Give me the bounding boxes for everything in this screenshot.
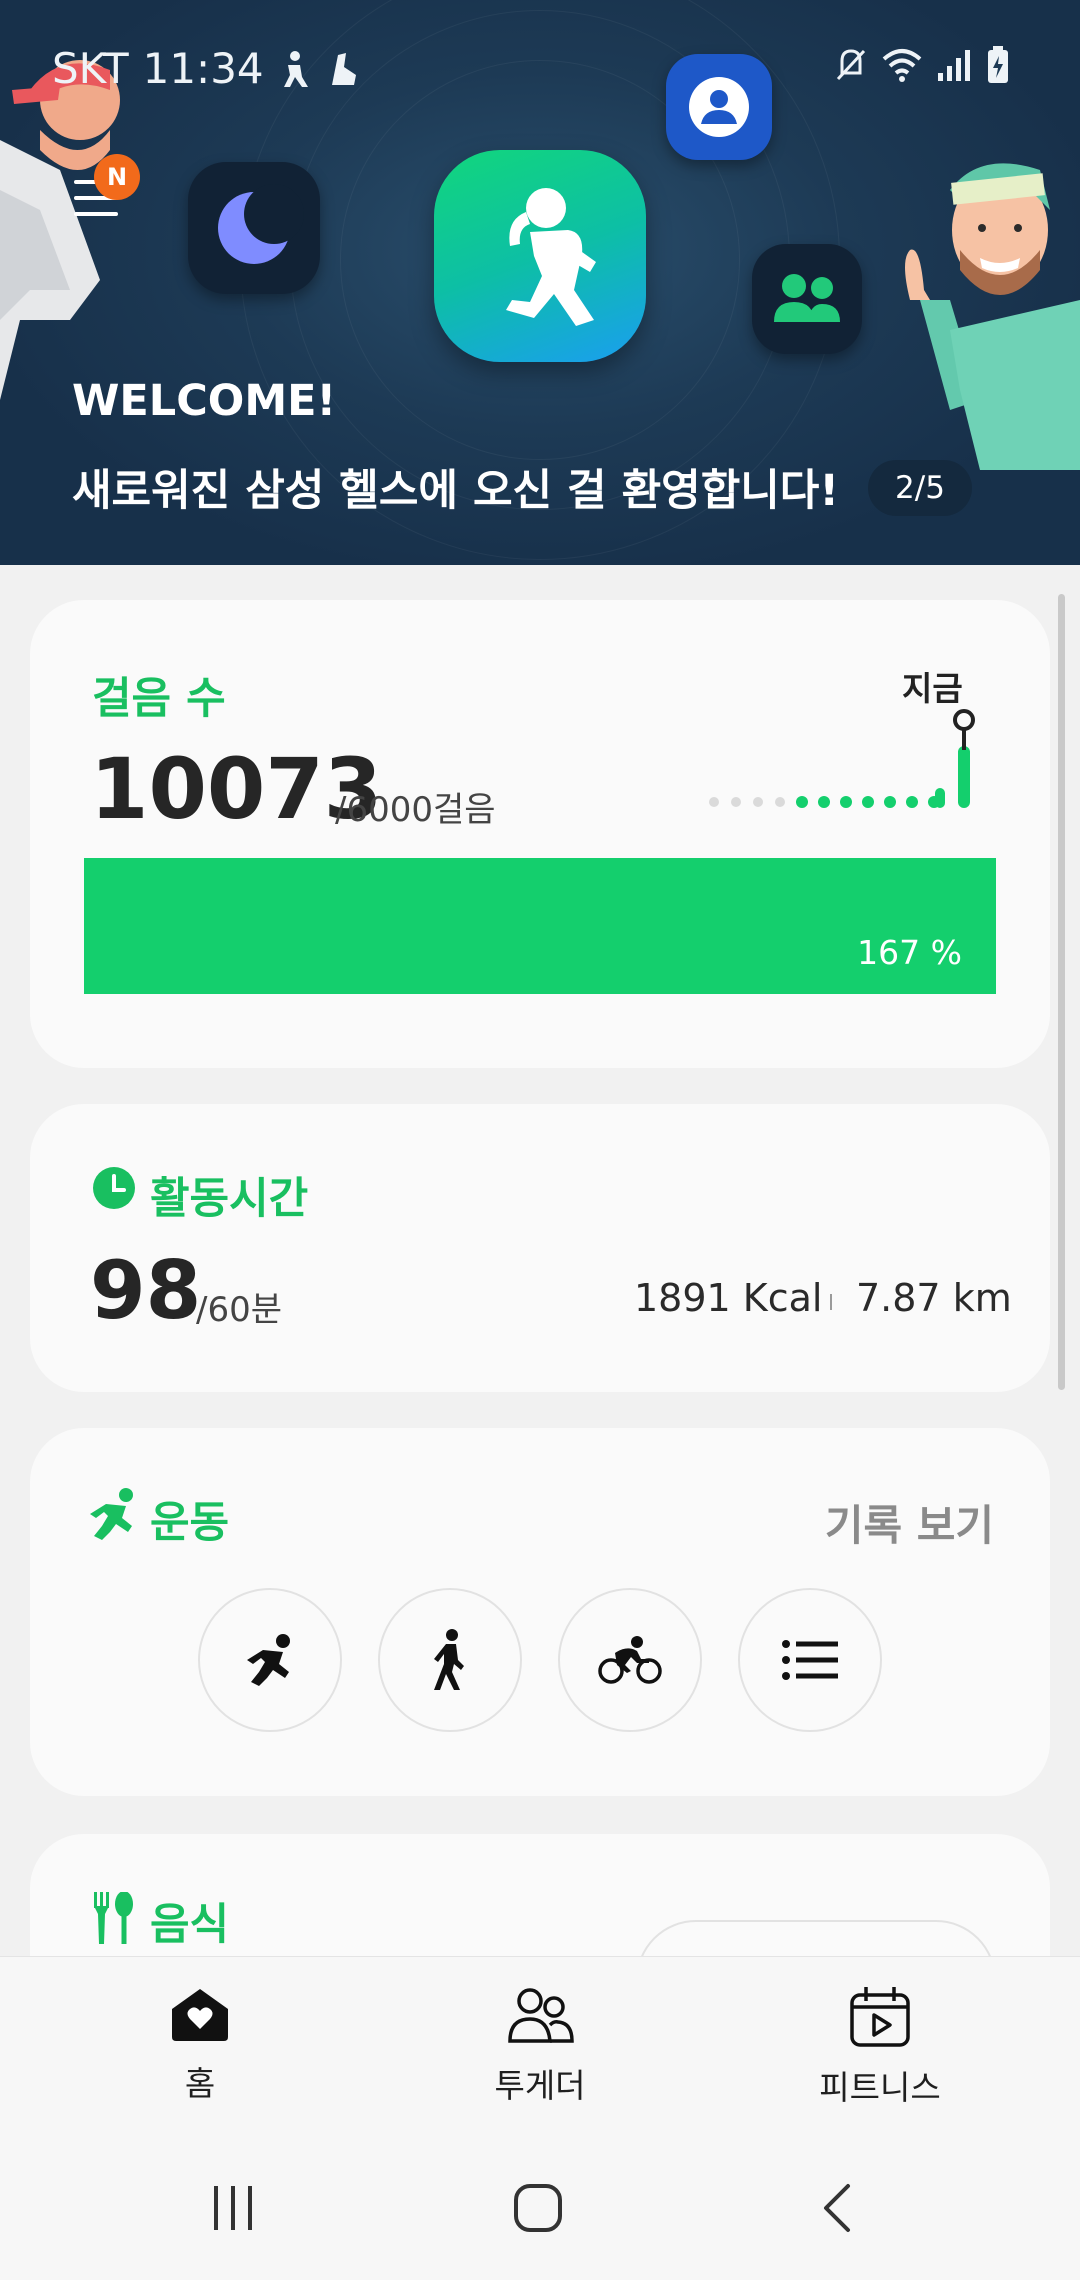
sparkline-dot bbox=[862, 796, 874, 808]
battery-icon bbox=[988, 46, 1008, 83]
mute-icon bbox=[836, 49, 866, 81]
home-button[interactable] bbox=[512, 2182, 564, 2234]
sparkline-dot bbox=[775, 797, 785, 807]
steps-progress-bar: 167 % bbox=[84, 858, 996, 994]
hourly-steps-sparkline bbox=[709, 709, 975, 808]
character-right-illustration bbox=[905, 163, 1080, 470]
people-icon bbox=[774, 274, 840, 322]
nav-home[interactable]: 홈 bbox=[90, 1985, 310, 2105]
sleep-tile bbox=[188, 162, 320, 294]
people-icon bbox=[508, 1988, 574, 2043]
steps-progress-label: 167 % bbox=[857, 933, 962, 972]
sparkline-dot bbox=[906, 796, 918, 808]
activity-calories: 1891 Kcal bbox=[634, 1276, 823, 1320]
banner-subtitle: 새로워진 삼성 헬스에 오신 걸 환영합니다! bbox=[72, 466, 839, 516]
sparkline-dot bbox=[884, 796, 896, 808]
activity-goal: /60분 bbox=[196, 1290, 282, 1330]
scrollbar[interactable] bbox=[1058, 594, 1065, 1390]
activity-title: 활동시간 bbox=[150, 1174, 309, 1224]
back-button[interactable] bbox=[818, 2182, 858, 2234]
runner-icon bbox=[506, 188, 596, 326]
sparkline-bar bbox=[935, 788, 945, 808]
steps-progress-fill bbox=[84, 858, 996, 994]
clock: 11:34 bbox=[142, 44, 264, 93]
food-title: 음식 bbox=[150, 1900, 230, 1950]
home-heart-icon bbox=[172, 1989, 228, 2041]
sparkline-dot bbox=[709, 797, 719, 807]
together-tile bbox=[752, 244, 862, 354]
exercise-card[interactable]: 운동 기록 보기 bbox=[30, 1428, 1050, 1796]
shoe-notification-icon bbox=[331, 52, 356, 85]
profile-tile bbox=[666, 54, 772, 160]
carrier-label: SKT bbox=[52, 44, 129, 93]
stat-divider bbox=[830, 1294, 832, 1310]
wifi-icon bbox=[882, 49, 922, 82]
status-bar: SKT 11:34 bbox=[52, 44, 362, 93]
exercise-title: 운동 bbox=[150, 1498, 230, 1548]
now-marker bbox=[953, 709, 975, 731]
activity-minutes: 98 bbox=[90, 1244, 202, 1337]
samsung-health-logo bbox=[434, 150, 646, 362]
status-icons bbox=[834, 46, 1010, 84]
new-badge: N bbox=[94, 154, 140, 200]
activity-card[interactable]: 활동시간 98 /60분 1891 Kcal 7.87 km bbox=[30, 1104, 1050, 1392]
steps-title: 걸음 수 bbox=[92, 674, 226, 724]
banner-pager: 2/5 bbox=[868, 460, 972, 516]
nav-home-label: 홈 bbox=[184, 2064, 216, 2103]
start-cycling-button[interactable] bbox=[558, 1588, 702, 1732]
walking-icon bbox=[434, 1629, 464, 1690]
steps-card[interactable]: 걸음 수 10073 /6000걸음 지금 167 % bbox=[30, 600, 1050, 1068]
exercise-list-button[interactable] bbox=[738, 1588, 882, 1732]
signal-icon bbox=[938, 50, 970, 81]
walking-notification-icon bbox=[283, 50, 308, 87]
list-icon bbox=[782, 1640, 838, 1680]
nav-together[interactable]: 투게더 bbox=[430, 1985, 650, 2107]
sparkline-dot bbox=[818, 796, 830, 808]
activity-distance: 7.87 km bbox=[856, 1276, 1012, 1320]
start-running-button[interactable] bbox=[198, 1588, 342, 1732]
cutlery-icon bbox=[94, 1892, 133, 1944]
sparkline-bar-now bbox=[958, 746, 970, 808]
clock-icon bbox=[93, 1167, 135, 1209]
start-walking-button[interactable] bbox=[378, 1588, 522, 1732]
running-icon bbox=[247, 1634, 290, 1686]
sparkline-dot bbox=[731, 797, 741, 807]
cycling-icon bbox=[598, 1636, 662, 1684]
moon-icon bbox=[218, 184, 304, 264]
history-link[interactable]: 기록 보기 bbox=[825, 1492, 994, 1553]
recent-apps-button[interactable] bbox=[208, 2182, 258, 2232]
nav-fitness[interactable]: 피트니스 bbox=[770, 1985, 990, 2109]
bottom-nav: 홈 투게더 피트니스 bbox=[0, 1956, 1080, 2126]
sparkline-dot bbox=[796, 796, 808, 808]
nav-fitness-label: 피트니스 bbox=[819, 2068, 941, 2107]
sparkline-dot bbox=[753, 797, 763, 807]
sparkline-dot bbox=[840, 796, 852, 808]
nav-together-label: 투게더 bbox=[494, 2066, 586, 2105]
steps-goal: /6000걸음 bbox=[335, 790, 496, 830]
system-navigation bbox=[0, 2126, 1080, 2280]
user-icon bbox=[689, 77, 749, 137]
running-icon bbox=[90, 1488, 133, 1540]
banner-title: WELCOME! bbox=[72, 376, 337, 426]
calendar-play-icon bbox=[850, 1987, 910, 2047]
welcome-banner[interactable]: SKT 11:34 N WELCOME! 새로워진 삼성 헬스에 오신 걸 환영… bbox=[0, 0, 1080, 565]
